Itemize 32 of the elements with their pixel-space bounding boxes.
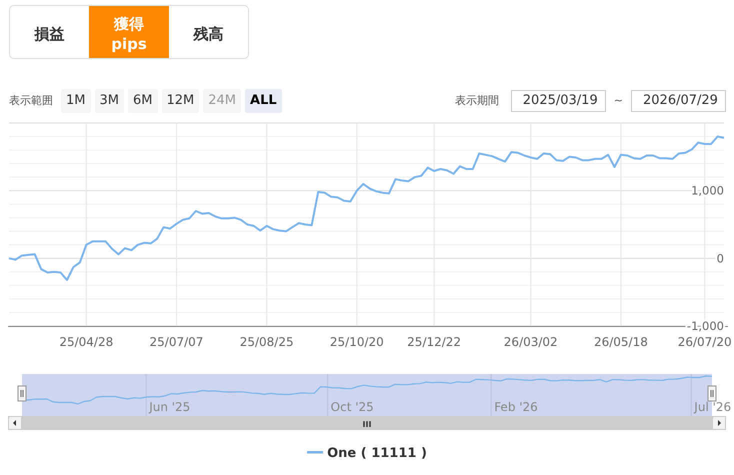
scroll-arrow-button[interactable] [712, 416, 726, 430]
scrollbar-grip: III [362, 420, 372, 428]
tilde-separator: ~ [614, 92, 623, 108]
range-button[interactable]: 12M [162, 89, 200, 112]
navigator-label: Feb '26 [494, 400, 538, 414]
axis-label: 26/05/18 [594, 334, 648, 348]
axis-label: 25/08/25 [240, 334, 294, 348]
range-button[interactable]: ALL [245, 89, 282, 112]
axis-label: 0 [716, 250, 724, 265]
axis-label: 25/04/28 [59, 334, 114, 348]
date-field[interactable]: 2025/03/19 [510, 90, 606, 112]
range-button[interactable]: 1M [61, 89, 90, 112]
axis-label: 25/12/22 [407, 334, 462, 348]
axis-label: 1,000 [691, 183, 724, 198]
navigator-label: Jun '25 [149, 400, 190, 414]
navigator-label: Jul '26 [694, 400, 732, 414]
axis-label: 26/07/20 [678, 334, 732, 348]
axis-label: 25/10/20 [330, 334, 384, 348]
range-label: 表示範囲 [9, 92, 53, 108]
period-label: 表示期間 [454, 92, 499, 108]
axis-label: 25/07/07 [150, 334, 204, 348]
range-button[interactable]: 3M [94, 89, 124, 112]
navigator-label: Oct '25 [330, 400, 374, 414]
date-field[interactable]: 2026/07/29 [631, 90, 726, 112]
scrollbar-thumb[interactable] [22, 416, 712, 430]
legend-label[interactable]: One ( 11111 ) [327, 444, 427, 463]
axis-label: 26/03/02 [504, 334, 558, 348]
range-button[interactable]: 6M [128, 89, 158, 112]
slider-handle[interactable] [708, 385, 716, 401]
scroll-arrow-button[interactable] [8, 416, 22, 430]
legend-line-icon [307, 451, 324, 456]
slider-handle[interactable] [18, 385, 26, 401]
